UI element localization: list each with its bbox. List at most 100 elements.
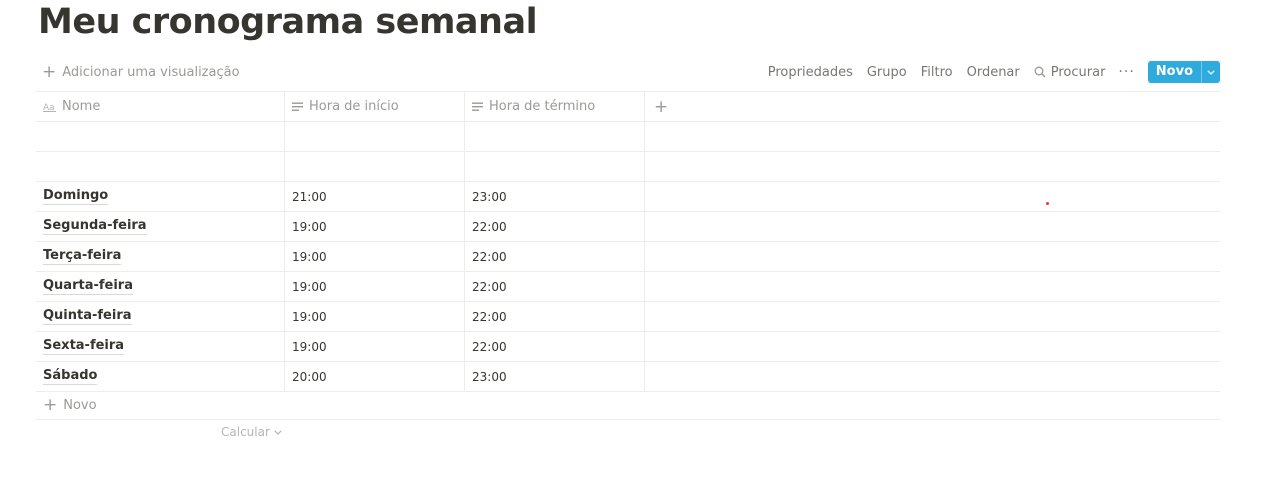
schedule-table: Aa Nome Hora de início Hora de término +… — [36, 91, 1220, 420]
empty-cell — [645, 362, 1220, 391]
new-button-label: Novo — [1155, 64, 1193, 79]
start-time: 19:00 — [292, 309, 327, 324]
empty-cell — [645, 182, 1220, 211]
end-time-cell[interactable] — [465, 152, 645, 181]
chevron-down-icon[interactable] — [1201, 61, 1220, 83]
end-time: 22:00 — [472, 249, 507, 264]
row-name[interactable]: Terça-feira — [43, 248, 122, 265]
table-row[interactable]: Segunda-feira 19:00 22:00 — [36, 212, 1220, 242]
start-time-cell[interactable]: 21:00 — [285, 182, 465, 211]
name-cell[interactable]: Quarta-feira — [36, 272, 285, 301]
start-time-cell[interactable]: 19:00 — [285, 212, 465, 241]
new-button[interactable]: Novo — [1147, 61, 1220, 83]
start-time-cell[interactable]: 19:00 — [285, 272, 465, 301]
column-header-label: Hora de início — [309, 99, 399, 114]
row-name[interactable]: Sexta-feira — [43, 338, 125, 355]
start-time: 19:00 — [292, 279, 327, 294]
text-icon — [292, 102, 303, 111]
table-row[interactable]: Sábado 20:00 23:00 — [36, 362, 1220, 392]
add-row-button[interactable]: + Novo — [36, 392, 1220, 420]
chevron-down-icon — [274, 429, 282, 435]
table-row[interactable] — [36, 122, 1220, 152]
empty-cell — [645, 332, 1220, 361]
title-icon: Aa — [43, 103, 56, 112]
end-time-cell[interactable] — [465, 122, 645, 151]
view-tools: Propriedades Grupo Filtro Ordenar Procur… — [754, 59, 1220, 85]
end-time: 22:00 — [472, 279, 507, 294]
name-cell[interactable] — [36, 152, 285, 181]
row-name[interactable]: Quinta-feira — [43, 308, 132, 325]
table-row[interactable]: Quarta-feira 19:00 22:00 — [36, 272, 1220, 302]
name-cell[interactable]: Quinta-feira — [36, 302, 285, 331]
database-toolbar: + Adicionar uma visualização Propriedade… — [36, 59, 1220, 85]
empty-cell — [645, 212, 1220, 241]
start-time: 21:00 — [292, 189, 327, 204]
page: Meu cronograma semanal + Adicionar uma v… — [0, 0, 1281, 479]
end-time: 22:00 — [472, 339, 507, 354]
more-options-icon[interactable]: ··· — [1118, 64, 1134, 80]
table-header: Aa Nome Hora de início Hora de término + — [36, 92, 1220, 122]
table-row[interactable]: Sexta-feira 19:00 22:00 — [36, 332, 1220, 362]
start-time-cell[interactable] — [285, 122, 465, 151]
start-time-cell[interactable]: 19:00 — [285, 332, 465, 361]
start-time: 19:00 — [292, 249, 327, 264]
start-time-cell[interactable]: 20:00 — [285, 362, 465, 391]
end-time-cell[interactable]: 23:00 — [465, 362, 645, 391]
row-name[interactable]: Segunda-feira — [43, 218, 147, 235]
search-icon — [1034, 66, 1046, 78]
table-row[interactable]: Terça-feira 19:00 22:00 — [36, 242, 1220, 272]
plus-icon: + — [43, 395, 58, 415]
end-time: 23:00 — [472, 369, 507, 384]
name-cell[interactable]: Terça-feira — [36, 242, 285, 271]
add-view-label: Adicionar uma visualização — [62, 64, 240, 80]
row-name[interactable]: Sábado — [43, 368, 98, 385]
name-cell[interactable]: Domingo — [36, 182, 285, 211]
end-time-cell[interactable]: 22:00 — [465, 302, 645, 331]
end-time-cell[interactable]: 22:00 — [465, 212, 645, 241]
cursor-marker — [1046, 202, 1049, 205]
name-cell[interactable] — [36, 122, 285, 151]
calculate-label: Calcular — [221, 425, 270, 439]
end-time-cell[interactable]: 22:00 — [465, 332, 645, 361]
add-column-button[interactable]: + — [654, 97, 668, 117]
table-row[interactable] — [36, 152, 1220, 182]
row-name[interactable]: Quarta-feira — [43, 278, 133, 295]
name-cell[interactable]: Sábado — [36, 362, 285, 391]
start-time-cell[interactable] — [285, 152, 465, 181]
empty-cell — [645, 152, 1220, 181]
sort-button[interactable]: Ordenar — [967, 65, 1020, 80]
properties-button[interactable]: Propriedades — [768, 65, 853, 80]
svg-text:Aa: Aa — [43, 103, 55, 112]
empty-cell — [645, 242, 1220, 271]
end-time-cell[interactable]: 22:00 — [465, 272, 645, 301]
start-time: 19:00 — [292, 339, 327, 354]
search-button[interactable]: Procurar — [1034, 64, 1106, 80]
name-cell[interactable]: Sexta-feira — [36, 332, 285, 361]
end-time: 22:00 — [472, 309, 507, 324]
end-time: 22:00 — [472, 219, 507, 234]
calculate-button[interactable]: Calcular — [221, 425, 282, 439]
end-time-cell[interactable]: 22:00 — [465, 242, 645, 271]
search-label: Procurar — [1050, 64, 1106, 80]
start-time-cell[interactable]: 19:00 — [285, 242, 465, 271]
start-time-cell[interactable]: 19:00 — [285, 302, 465, 331]
column-header-end[interactable]: Hora de término — [465, 92, 645, 121]
end-time-cell[interactable]: 23:00 — [465, 182, 645, 211]
plus-icon: + — [42, 61, 57, 82]
add-row-label: Novo — [63, 398, 97, 413]
start-time: 20:00 — [292, 369, 327, 384]
column-header-start[interactable]: Hora de início — [285, 92, 465, 121]
table-row[interactable]: Quinta-feira 19:00 22:00 — [36, 302, 1220, 332]
page-title: Meu cronograma semanal — [38, 2, 538, 42]
add-view-button[interactable]: + Adicionar uma visualização — [42, 59, 240, 85]
row-name[interactable]: Domingo — [43, 188, 109, 205]
column-header-label: Hora de término — [489, 99, 596, 114]
column-header-name[interactable]: Aa Nome — [36, 92, 285, 121]
column-header-label: Nome — [62, 99, 101, 114]
text-icon — [472, 102, 483, 111]
name-cell[interactable]: Segunda-feira — [36, 212, 285, 241]
filter-button[interactable]: Filtro — [921, 65, 953, 80]
add-column-cell: + — [645, 92, 1220, 121]
group-button[interactable]: Grupo — [867, 65, 907, 80]
table-row[interactable]: Domingo 21:00 23:00 — [36, 182, 1220, 212]
